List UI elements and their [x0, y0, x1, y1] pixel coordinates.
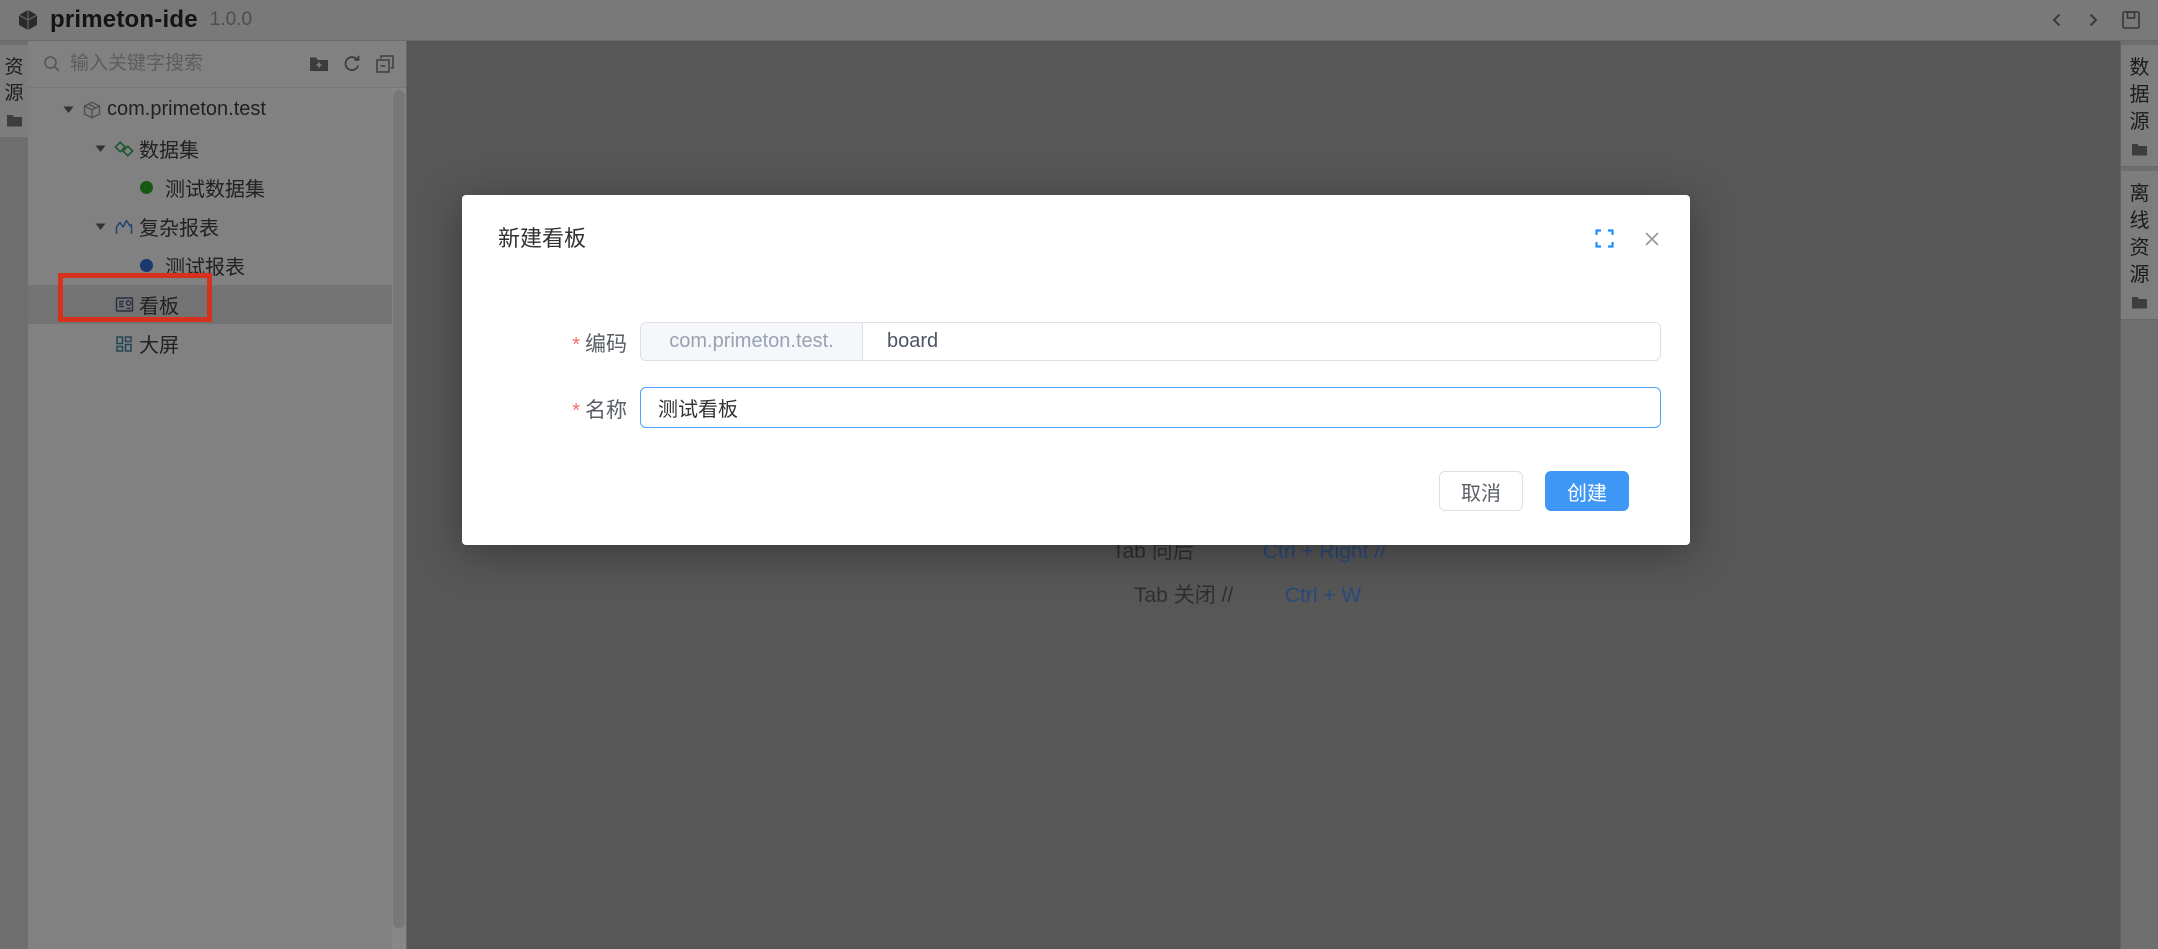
close-icon[interactable]	[1642, 229, 1662, 249]
required-asterisk: *	[572, 334, 580, 356]
fullscreen-icon[interactable]	[1594, 228, 1615, 249]
code-prefix-addon: com.primeton.test.	[641, 323, 863, 360]
create-button[interactable]: 创建	[1545, 471, 1629, 511]
annotation-red-box	[58, 273, 212, 322]
code-input[interactable]	[863, 323, 1660, 360]
code-field-label: *编码	[462, 328, 627, 358]
dialog-title: 新建看板	[498, 221, 586, 253]
name-input[interactable]	[640, 387, 1661, 428]
required-asterisk: *	[572, 400, 580, 422]
name-field-label: *名称	[462, 394, 627, 424]
cancel-button[interactable]: 取消	[1439, 471, 1523, 511]
new-board-dialog: 新建看板 *编码 com.primeton.test. *名称 取消 创建	[462, 195, 1690, 545]
code-input-group: com.primeton.test.	[640, 322, 1661, 361]
